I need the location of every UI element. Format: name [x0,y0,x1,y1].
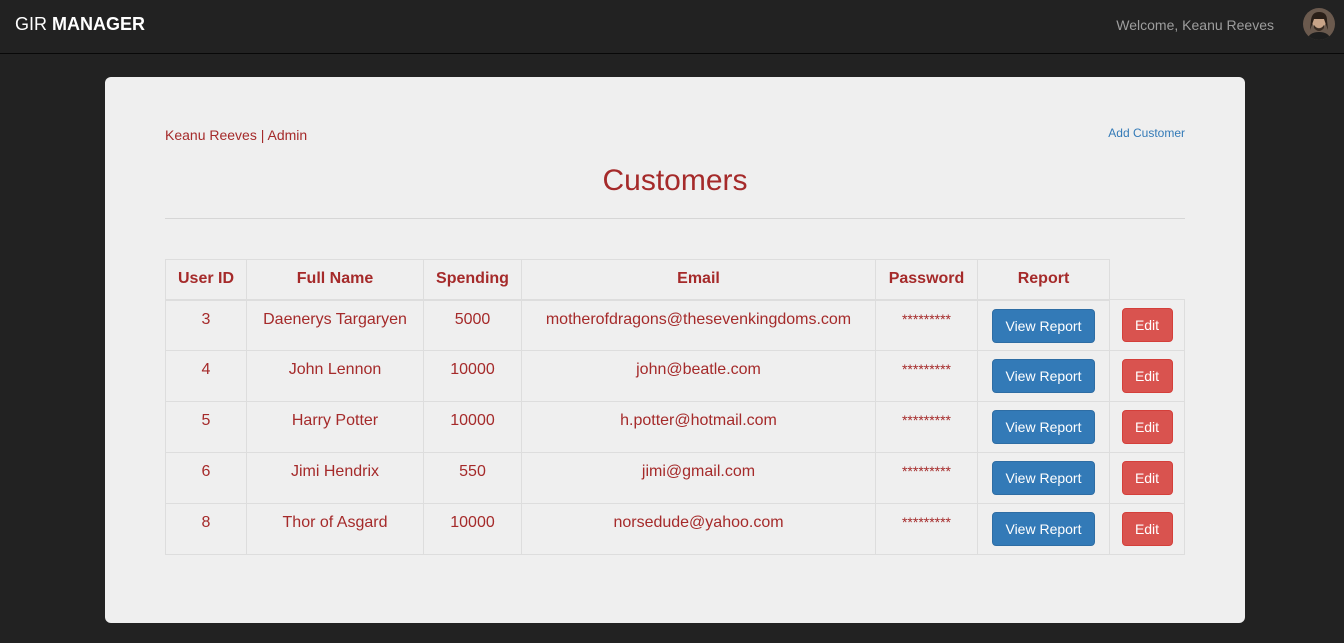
welcome-text: Welcome, Keanu Reeves [1116,17,1274,33]
cell-user-id: 4 [165,350,247,402]
cell-edit: Edit [1109,401,1185,453]
cell-user-id: 5 [165,401,247,453]
cell-report: View Report [977,350,1110,402]
view-report-button[interactable]: View Report [992,410,1095,444]
avatar[interactable] [1303,8,1335,40]
header-user-id: User ID [165,259,247,301]
cell-spending: 550 [423,452,522,504]
cell-password: ********* [875,401,978,453]
divider [165,218,1185,219]
view-report-button[interactable]: View Report [992,308,1095,343]
header-empty [1110,260,1185,300]
table-row: 5 Harry Potter 10000 h.potter@hotmail.co… [165,401,1185,453]
top-navbar: GIR MANAGER Welcome, Keanu Reeves [0,0,1344,54]
cell-email: john@beatle.com [521,350,876,402]
cell-password: ********* [875,503,978,555]
cell-email: jimi@gmail.com [521,452,876,504]
table-row: 6 Jimi Hendrix 550 jimi@gmail.com ******… [165,452,1185,504]
table-row: 3 Daenerys Targaryen 5000 motherofdragon… [165,299,1185,351]
header-email: Email [521,259,876,301]
cell-password: ********* [875,299,978,351]
view-report-button[interactable]: View Report [992,461,1095,495]
cell-edit: Edit [1109,350,1185,402]
cell-edit: Edit [1109,452,1185,504]
view-report-button[interactable]: View Report [992,512,1095,546]
cell-full-name: Thor of Asgard [246,503,424,555]
cell-email: h.potter@hotmail.com [521,401,876,453]
cell-spending: 10000 [423,401,522,453]
cell-user-id: 3 [165,299,247,351]
brand-bold: MANAGER [52,14,146,34]
cell-password: ********* [875,452,978,504]
brand-logo[interactable]: GIR MANAGER [15,14,145,34]
cell-edit: Edit [1109,503,1185,555]
cell-spending: 10000 [423,350,522,402]
edit-button[interactable]: Edit [1121,512,1173,546]
cell-report: View Report [977,299,1110,351]
cell-user-id: 6 [165,452,247,504]
view-report-button[interactable]: View Report [992,359,1095,393]
customers-panel: Keanu Reeves | Admin Add Customer Custom… [105,77,1245,623]
table-row: 4 John Lennon 10000 john@beatle.com ****… [165,350,1185,402]
add-customer-link[interactable]: Add Customer [1108,126,1185,140]
edit-button[interactable]: Edit [1121,308,1173,342]
cell-full-name: Daenerys Targaryen [246,299,424,351]
cell-email: norsedude@yahoo.com [521,503,876,555]
cell-full-name: Jimi Hendrix [246,452,424,504]
header-spending: Spending [423,259,522,301]
cell-edit: Edit [1109,299,1185,351]
cell-user-id: 8 [165,503,247,555]
edit-button[interactable]: Edit [1121,359,1173,393]
cell-full-name: Harry Potter [246,401,424,453]
header-full-name: Full Name [246,259,424,301]
header-password: Password [875,259,978,301]
header-report: Report [977,259,1110,301]
cell-password: ********* [875,350,978,402]
table-header-row: User ID Full Name Spending Email Passwor… [165,259,1185,301]
cell-full-name: John Lennon [246,350,424,402]
cell-report: View Report [977,452,1110,504]
cell-report: View Report [977,503,1110,555]
brand-light: GIR [15,14,53,34]
current-user-role: Keanu Reeves | Admin [165,127,308,143]
cell-spending: 10000 [423,503,522,555]
edit-button[interactable]: Edit [1121,461,1173,495]
edit-button[interactable]: Edit [1121,410,1173,444]
avatar-icon [1303,8,1335,40]
cell-spending: 5000 [423,299,522,351]
customers-table: User ID Full Name Spending Email Passwor… [165,259,1185,555]
cell-email: motherofdragons@thesevenkingdoms.com [521,299,876,351]
page-title: Customers [602,164,748,197]
cell-report: View Report [977,401,1110,453]
table-row: 8 Thor of Asgard 10000 norsedude@yahoo.c… [165,503,1185,555]
